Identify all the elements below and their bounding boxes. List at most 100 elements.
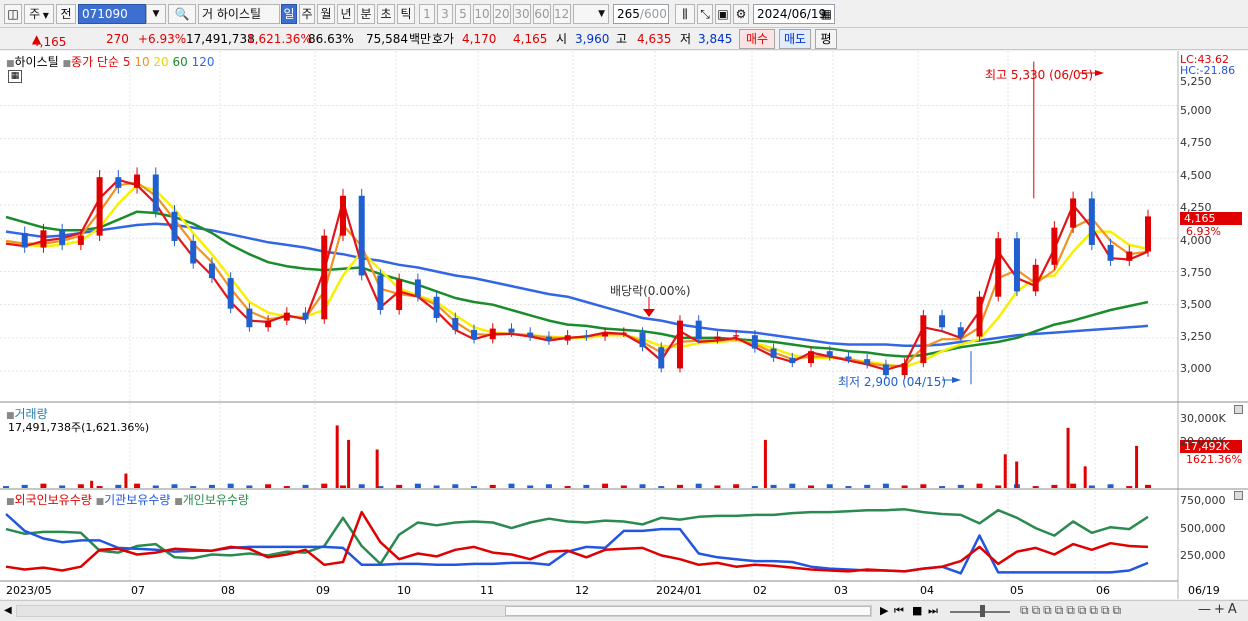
drawing-tools[interactable]: ⧉⧉⧉⧉⧉⧉⧉⧉⧉ bbox=[1020, 603, 1124, 618]
volume-bar bbox=[396, 484, 403, 488]
period-second[interactable]: 초 bbox=[377, 4, 395, 24]
fast-forward-icon[interactable]: ⏭ bbox=[928, 604, 938, 618]
x-tick: 12 bbox=[575, 584, 589, 597]
legend-ma60[interactable]: 60 bbox=[173, 55, 188, 69]
open-label: 시 bbox=[556, 32, 568, 46]
interval-5[interactable]: 5 bbox=[455, 4, 471, 24]
legend-stock-name[interactable]: 하이스틸 bbox=[15, 55, 59, 69]
x-tick: 04 bbox=[920, 584, 934, 597]
candle-body bbox=[115, 177, 122, 188]
sell-button[interactable]: 매도 bbox=[779, 29, 811, 49]
volume-bar bbox=[882, 483, 889, 488]
stock-code-input[interactable]: 071090 bbox=[78, 4, 146, 24]
period-minute[interactable]: 분 bbox=[357, 4, 375, 24]
interval-10[interactable]: 10 bbox=[473, 4, 491, 24]
candle-body bbox=[1107, 244, 1114, 261]
volume-bar bbox=[733, 484, 740, 488]
candle-body bbox=[826, 351, 833, 357]
legend-foreign[interactable]: 외국인보유수량 bbox=[15, 493, 92, 507]
x-tick: 02 bbox=[753, 584, 767, 597]
average-button[interactable]: 평 bbox=[815, 29, 837, 49]
candle-body bbox=[695, 320, 702, 340]
volume-bar bbox=[1051, 484, 1058, 488]
calendar-icon[interactable]: ▦ bbox=[821, 5, 832, 23]
candle-body bbox=[676, 320, 683, 369]
stop-icon[interactable]: ■ bbox=[912, 604, 922, 617]
horizontal-scrollbar[interactable] bbox=[16, 605, 872, 617]
zoom-controls[interactable]: —+A bbox=[1198, 602, 1240, 617]
y-tick: 4,750 bbox=[1180, 136, 1212, 149]
interval-3[interactable]: 3 bbox=[437, 4, 453, 24]
toolbar: ◫ 주 ▼ 전 071090 ▼ 🔍 거 하이스틸 일 주 월 년 분 초 틱 … bbox=[0, 0, 1248, 28]
volume-bar bbox=[695, 483, 702, 488]
legend-ma5[interactable]: 5 bbox=[123, 55, 131, 69]
period-week[interactable]: 주 bbox=[299, 4, 315, 24]
compare-icon[interactable]: ⤡ bbox=[697, 4, 713, 24]
code-dropdown-icon[interactable]: ▼ bbox=[146, 4, 166, 24]
interval-120[interactable]: 120 bbox=[553, 4, 571, 24]
settings-icon[interactable]: ⚙ bbox=[733, 4, 749, 24]
interval-30[interactable]: 30 bbox=[513, 4, 531, 24]
bar-count-input[interactable]: 265/600 bbox=[613, 4, 669, 24]
y-tick: 4,000 bbox=[1180, 234, 1212, 247]
legend-institution[interactable]: 기관보유수량 bbox=[104, 493, 170, 507]
volume-bar bbox=[302, 484, 309, 488]
zoom-slider-handle[interactable] bbox=[980, 605, 985, 617]
y-tick: 5,250 bbox=[1180, 75, 1212, 88]
candle-body bbox=[246, 308, 253, 328]
search-icon[interactable]: 🔍 bbox=[168, 4, 196, 24]
custom-interval-select[interactable]: ▼ bbox=[573, 4, 609, 24]
legend-individual[interactable]: 개인보유수량 bbox=[183, 493, 249, 507]
volume-bar bbox=[714, 485, 721, 488]
scrollbar-thumb[interactable] bbox=[505, 606, 871, 616]
candle-body bbox=[714, 336, 721, 340]
volume-bar bbox=[265, 484, 272, 488]
period-tick[interactable]: 틱 bbox=[397, 4, 415, 24]
legend-ma-label[interactable]: 종가 단순 bbox=[71, 55, 119, 69]
market-select-label: 주 bbox=[29, 7, 41, 21]
volume-ratio: 1,621.36% bbox=[247, 32, 312, 46]
date-input[interactable]: 2024/06/19 ▦ bbox=[753, 4, 835, 24]
candle-type-icon[interactable]: ⫼ bbox=[675, 4, 695, 24]
scroll-left-icon[interactable]: ◀ bbox=[4, 605, 12, 616]
trade-amount: 75,584 bbox=[366, 32, 408, 46]
period-year[interactable]: 년 bbox=[337, 4, 355, 24]
volume-bar bbox=[639, 484, 646, 488]
panel-maximize-icon[interactable] bbox=[1234, 405, 1243, 414]
volume-bar bbox=[508, 483, 515, 488]
scroll-right-icon[interactable]: ▶ bbox=[880, 604, 888, 617]
stock-name: 하이스틸 bbox=[216, 7, 262, 21]
chart-area[interactable]: ■하이스틸 ■종가 단순 5 10 20 60 120 ▦ 최고 5,330 (… bbox=[0, 51, 1248, 599]
candle-body bbox=[1126, 251, 1133, 261]
volume-spike bbox=[335, 425, 339, 488]
panel-maximize-icon[interactable] bbox=[1234, 491, 1243, 500]
save-icon[interactable]: ▣ bbox=[715, 4, 731, 24]
candle-body bbox=[339, 195, 346, 236]
market-select[interactable]: 주 ▼ bbox=[24, 4, 54, 24]
volume-bar bbox=[845, 486, 852, 488]
interval-20[interactable]: 20 bbox=[493, 4, 511, 24]
legend-ma10[interactable]: 10 bbox=[134, 55, 149, 69]
table-toggle-icon[interactable]: ▦ bbox=[8, 70, 22, 83]
stock-name-field[interactable]: 거 하이스틸 bbox=[198, 4, 280, 24]
prev-button[interactable]: 전 bbox=[56, 4, 76, 24]
volume-spike bbox=[347, 439, 351, 488]
rewind-icon[interactable]: ⏮ bbox=[894, 604, 904, 618]
interval-1[interactable]: 1 bbox=[419, 4, 435, 24]
volume-bar bbox=[583, 484, 590, 488]
legend-ma120[interactable]: 120 bbox=[192, 55, 215, 69]
candle-body bbox=[995, 238, 1002, 297]
interval-60[interactable]: 60 bbox=[533, 4, 551, 24]
volume-bar bbox=[751, 486, 758, 488]
volume-bar bbox=[676, 484, 683, 488]
period-month[interactable]: 월 bbox=[317, 4, 335, 24]
legend-ma20[interactable]: 20 bbox=[153, 55, 168, 69]
candle-body bbox=[414, 279, 421, 297]
volume-bar bbox=[995, 485, 1002, 488]
period-day[interactable]: 일 bbox=[281, 4, 297, 24]
holdings-y-tick: 500,000 bbox=[1180, 522, 1226, 535]
volume-bar bbox=[658, 486, 665, 488]
buy-button[interactable]: 매수 bbox=[739, 29, 775, 49]
window-menu-icon[interactable]: ◫ bbox=[4, 4, 22, 24]
volume-spike bbox=[1135, 445, 1139, 488]
